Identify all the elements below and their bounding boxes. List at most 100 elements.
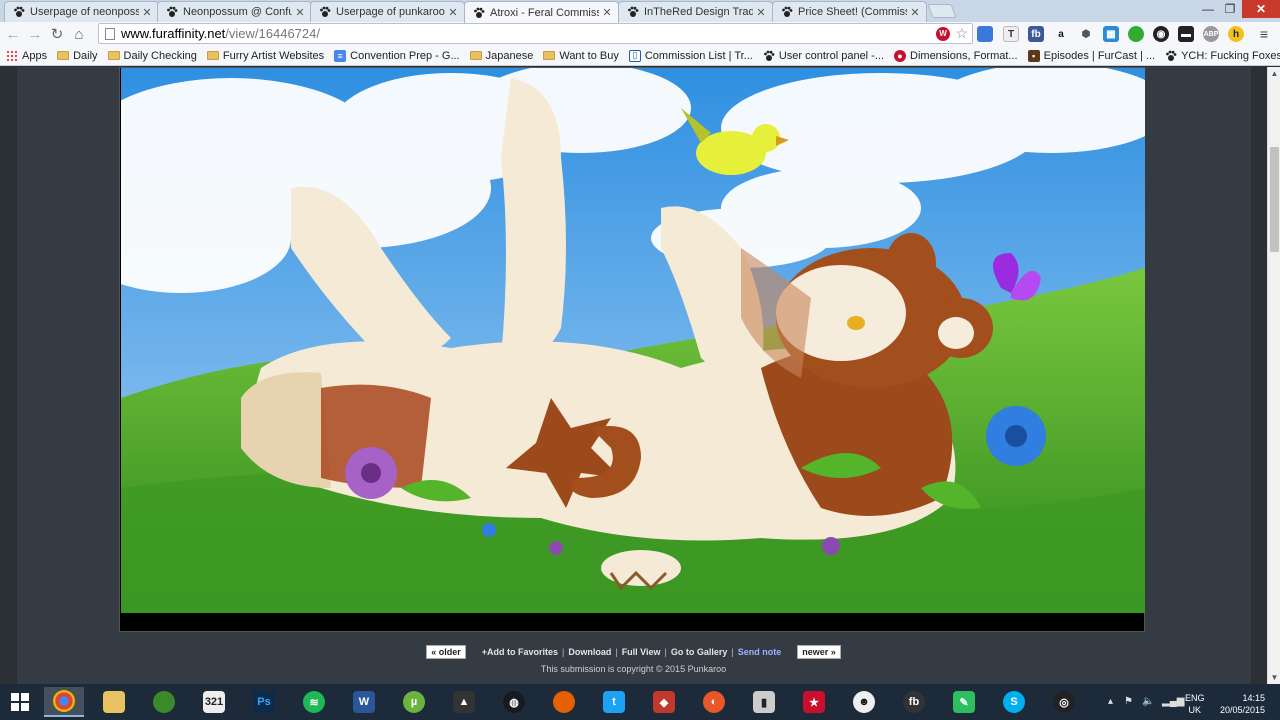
tab-close-icon[interactable]: ✕ (602, 6, 612, 19)
flag-icon[interactable]: ⚑ (1124, 696, 1133, 707)
bookmark-apps[interactable]: Apps (6, 50, 47, 62)
honey-icon[interactable]: h (1228, 26, 1244, 42)
bookmark-furry-artist-websites[interactable]: Furry Artist Websites (206, 50, 324, 62)
taskbar-skype[interactable]: S (994, 687, 1034, 717)
address-bar[interactable]: www.furaffinity.net/view/16446724/ W ☆ (98, 23, 973, 44)
taskbar-app-speaker[interactable]: ▮ (744, 687, 784, 717)
taskbar-steam[interactable]: ◍ (494, 687, 534, 717)
scroll-up-icon[interactable]: ▲ (1268, 67, 1280, 80)
forward-arrow-icon[interactable]: → (24, 23, 46, 45)
bookmark-user-control-panel[interactable]: User control panel -... (763, 50, 884, 62)
extension-mask-icon[interactable]: ▬ (1178, 26, 1194, 42)
taskbar-firefox[interactable] (544, 687, 584, 717)
submission-artwork[interactable] (121, 68, 1145, 613)
skype-icon: S (1003, 691, 1025, 713)
go-to-gallery-link[interactable]: Go to Gallery (671, 647, 728, 657)
scroll-down-icon[interactable]: ▼ (1268, 671, 1280, 684)
taskbar-app-bookmark[interactable]: ★ (794, 687, 834, 717)
adblock-icon[interactable]: W (936, 26, 950, 41)
tab-close-icon[interactable]: ✕ (448, 6, 458, 19)
hat-icon: ▲ (453, 691, 475, 713)
tray-expand-icon[interactable]: ▴ (1108, 696, 1113, 707)
taskbar-app-hat[interactable]: ▲ (444, 687, 484, 717)
bookmark-star-icon[interactable]: ☆ (955, 25, 968, 42)
newer-button[interactable]: newer » (797, 645, 841, 659)
taskbar-app-orange[interactable]: ◐ (694, 687, 734, 717)
close-window-icon[interactable]: ✕ (1242, 0, 1280, 18)
bookmark-daily-checking[interactable]: Daily Checking (107, 49, 197, 62)
menu-icon[interactable]: ≡ (1256, 26, 1272, 42)
home-icon[interactable]: ⌂ (68, 23, 90, 45)
tab-intheRed-design-trade[interactable]: InTheRed Design Trade by ✕ (618, 1, 773, 22)
tab-close-icon[interactable]: ✕ (295, 6, 305, 19)
bookmark-commission-list[interactable]: ▯ Commission List | Tr... (628, 49, 753, 62)
adblock-plus-icon[interactable]: ABP (1203, 26, 1219, 42)
taskbar-spotify[interactable]: ≋ (294, 687, 334, 717)
photoshop-icon: Ps (253, 691, 275, 713)
bookmark-daily[interactable]: Daily (57, 50, 98, 62)
taskbar-utorrent[interactable]: µ (394, 687, 434, 717)
bookmark-label: Daily Checking (123, 49, 197, 62)
taskbar-obs[interactable]: ◎ (1044, 687, 1084, 717)
new-tab-button[interactable] (927, 4, 957, 18)
taskbar-calendar[interactable]: 321 (194, 687, 234, 717)
extension-grid-icon[interactable]: ▦ (1103, 26, 1119, 42)
send-note-link[interactable]: Send note (738, 647, 782, 657)
taskbar-app-green[interactable] (144, 687, 184, 717)
small-purple-flower (549, 541, 563, 555)
bookmark-convention-prep[interactable]: ≡ Convention Prep - G... (334, 49, 460, 62)
submission-image-frame (119, 67, 1145, 632)
tab-close-icon[interactable]: ✕ (142, 6, 152, 19)
full-view-link[interactable]: Full View (622, 647, 661, 657)
extension-circle-icon[interactable]: ◉ (1153, 26, 1169, 42)
bookmark-furcast-episodes[interactable]: ▪ Episodes | FurCast | ... (1027, 49, 1155, 62)
paw-icon (166, 6, 178, 18)
older-button[interactable]: « older (426, 645, 466, 659)
start-button[interactable] (0, 687, 40, 717)
taskbar-word[interactable]: W (344, 687, 384, 717)
page-scrollbar[interactable]: ▲ ▼ (1267, 67, 1280, 684)
taskbar-twitter[interactable]: t (594, 687, 634, 717)
tab-atroxi-feral-commission[interactable]: Atroxi - Feral Commission ✕ (464, 1, 619, 23)
bookmark-ych[interactable]: YCH: Fucking Foxes ... (1165, 50, 1280, 62)
extension-blue-icon[interactable] (977, 26, 993, 42)
evernote-icon[interactable] (1128, 26, 1144, 42)
taskbar-evernote[interactable]: ✎ (944, 687, 984, 717)
tab-close-icon[interactable]: ✕ (756, 6, 766, 19)
taskbar-file-explorer[interactable] (94, 687, 134, 717)
volume-icon[interactable]: 🔈 (1142, 696, 1154, 707)
download-link[interactable]: Download (568, 647, 611, 657)
puzzle-icon[interactable]: ⬢ (1078, 26, 1094, 42)
tab-neonpossum-confuzzled[interactable]: Neonpossum @ Confuzzle ✕ (157, 1, 312, 22)
scrollbar-thumb[interactable] (1270, 147, 1279, 252)
folder-icon (543, 51, 556, 60)
page-icon (105, 27, 115, 40)
folder-icon (103, 691, 125, 713)
maximize-icon[interactable]: ❐ (1220, 0, 1240, 18)
network-icon[interactable]: ▂▄▆ (1162, 696, 1184, 707)
tab-userpage-punkaroo[interactable]: Userpage of punkaroo -- F ✕ (310, 1, 465, 22)
tab-price-sheet[interactable]: Price Sheet! (Commission ✕ (772, 1, 927, 22)
clock-time: 14:15 (1242, 693, 1265, 703)
language-indicator[interactable]: ENG UK (1185, 692, 1205, 716)
paw-icon (763, 50, 775, 62)
amazon-icon[interactable]: a (1053, 26, 1069, 42)
taskbar-app-ruby[interactable]: ◆ (644, 687, 684, 717)
clock[interactable]: 14:15 20/05/2015 (1215, 692, 1265, 716)
minimize-icon[interactable]: — (1198, 0, 1218, 18)
chrome-icon (53, 690, 75, 712)
bookmark-want-to-buy[interactable]: Want to Buy (543, 50, 619, 62)
tab-userpage-neonpossum[interactable]: Userpage of neonpossum ✕ (4, 1, 159, 22)
extension-t-icon[interactable]: T (1003, 26, 1019, 42)
back-arrow-icon[interactable]: ← (2, 23, 24, 45)
facebook-icon[interactable]: fb (1028, 26, 1044, 42)
taskbar-photoshop[interactable]: Ps (244, 687, 284, 717)
taskbar-app-mascot[interactable]: ☻ (844, 687, 884, 717)
reload-icon[interactable]: ↻ (46, 23, 68, 45)
add-to-favorites-link[interactable]: +Add to Favorites (482, 647, 558, 657)
tab-close-icon[interactable]: ✕ (910, 6, 920, 19)
taskbar-app-fb[interactable]: fb (894, 687, 934, 717)
bookmark-dimensions-format[interactable]: ● Dimensions, Format... (894, 49, 1018, 62)
taskbar-chrome[interactable] (44, 687, 84, 717)
bookmark-japanese[interactable]: Japanese (469, 50, 533, 62)
